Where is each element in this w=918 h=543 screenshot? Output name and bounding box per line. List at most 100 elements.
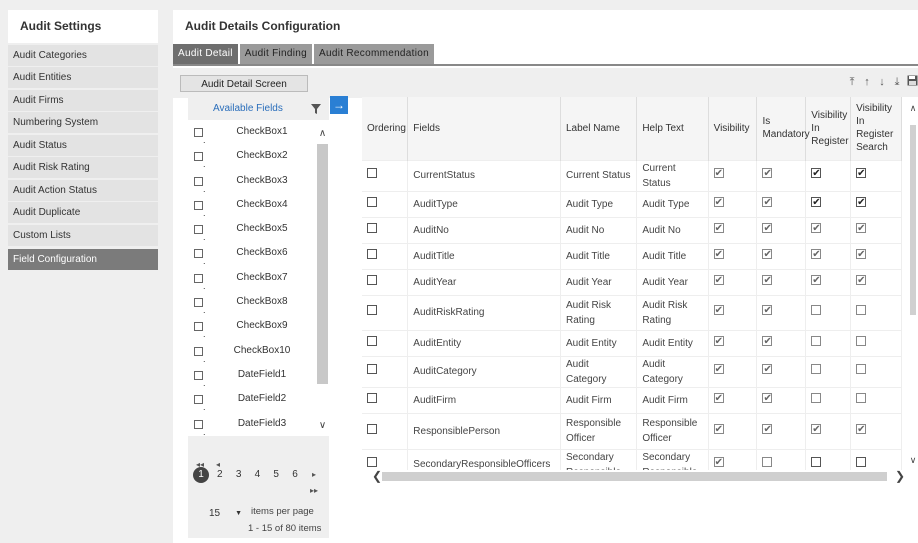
save-icon[interactable] [906, 75, 918, 89]
scroll-thumb[interactable] [382, 472, 887, 481]
add-field-arrow-button[interactable]: → [330, 96, 348, 114]
vis-checkbox[interactable] [713, 422, 724, 437]
reg-checkbox[interactable] [811, 457, 822, 467]
sidebar-item-audit-action-status[interactable]: Audit Action Status [8, 179, 158, 201]
vis-checkbox[interactable] [713, 391, 724, 406]
sidebar-item-audit-risk-rating[interactable]: Audit Risk Rating [8, 157, 158, 178]
column-header[interactable]: Is Mandatory [756, 97, 810, 160]
scroll-thumb[interactable] [910, 125, 916, 315]
vis-checkbox[interactable] [713, 195, 724, 210]
search-checkbox[interactable] [856, 392, 867, 403]
grid-horizontal-scrollbar[interactable]: ❮ ❯ [362, 469, 907, 484]
column-header[interactable]: Label Name [560, 97, 638, 160]
vis-checkbox[interactable] [713, 166, 724, 181]
move-down-icon[interactable]: ↓ [876, 75, 888, 89]
scroll-thumb[interactable] [317, 144, 328, 384]
next-page-icon[interactable]: ▸ [312, 470, 316, 479]
field-checkbox[interactable] [194, 395, 203, 405]
field-checkbox[interactable] [194, 225, 203, 235]
row-select-checkbox[interactable] [367, 392, 377, 403]
reg-checkbox[interactable] [811, 305, 822, 315]
search-checkbox[interactable] [856, 457, 867, 467]
vis-checkbox[interactable] [713, 362, 724, 377]
vis-checkbox[interactable] [713, 334, 724, 349]
mand-checkbox[interactable] [762, 362, 773, 377]
list-item[interactable]: . CheckBox10 [188, 339, 316, 364]
list-item[interactable]: . CheckBox5 [188, 217, 316, 242]
search-checkbox[interactable] [856, 247, 867, 262]
field-checkbox[interactable] [194, 273, 203, 283]
list-item[interactable]: . CheckBox6 [188, 241, 316, 266]
reg-checkbox[interactable] [811, 166, 822, 181]
row-select-checkbox[interactable] [367, 168, 377, 178]
sidebar-item-audit-duplicate[interactable]: Audit Duplicate [8, 202, 158, 223]
field-checkbox[interactable] [194, 298, 203, 308]
scroll-down-icon[interactable]: ∨ [316, 420, 329, 432]
list-item[interactable]: . DateField2 [188, 387, 316, 412]
field-checkbox[interactable] [194, 346, 203, 356]
column-header[interactable]: Visibility In Register [805, 97, 852, 160]
search-checkbox[interactable] [856, 195, 867, 210]
page-number[interactable]: 3 [231, 467, 247, 483]
scroll-left-icon[interactable]: ❮ [372, 469, 382, 483]
page-number[interactable]: 4 [249, 467, 265, 483]
row-select-checkbox[interactable] [367, 248, 377, 259]
row-select-checkbox[interactable] [367, 364, 377, 374]
row-select-checkbox[interactable] [367, 274, 377, 285]
sidebar-item-audit-status[interactable]: Audit Status [8, 134, 158, 156]
scroll-down-icon[interactable]: ∨ [908, 455, 918, 466]
field-checkbox[interactable] [194, 419, 203, 429]
reg-checkbox[interactable] [811, 335, 822, 346]
reg-checkbox[interactable] [811, 273, 822, 288]
list-item[interactable]: . DateField1 [188, 363, 316, 388]
mand-checkbox[interactable] [762, 334, 773, 349]
row-select-checkbox[interactable] [367, 335, 377, 346]
move-bottom-icon[interactable]: ⤓ [891, 75, 903, 89]
vis-checkbox[interactable] [713, 273, 724, 288]
sidebar-item-field-configuration[interactable]: Field Configuration [8, 248, 158, 270]
scroll-up-icon[interactable]: ∧ [316, 128, 329, 140]
audit-detail-screen-button[interactable]: Audit Detail Screen [180, 75, 308, 92]
vis-checkbox[interactable] [713, 303, 724, 318]
search-checkbox[interactable] [856, 422, 867, 437]
reg-checkbox[interactable] [811, 422, 822, 437]
field-checkbox[interactable] [194, 370, 203, 380]
available-fields-scrollbar[interactable]: ∧ ∨ [316, 120, 329, 436]
mand-checkbox[interactable] [762, 273, 773, 288]
grid-vertical-scrollbar[interactable]: ∧ ∨ [908, 97, 918, 470]
reg-checkbox[interactable] [811, 392, 822, 403]
row-select-checkbox[interactable] [367, 196, 377, 207]
reg-checkbox[interactable] [811, 364, 822, 374]
list-item[interactable]: . CheckBox3 [188, 169, 316, 194]
field-checkbox[interactable] [194, 200, 203, 210]
mand-checkbox[interactable] [762, 391, 773, 406]
page-number[interactable]: 1 [193, 467, 209, 483]
sidebar-item-custom-lists[interactable]: Custom Lists [8, 224, 158, 246]
search-checkbox[interactable] [856, 166, 867, 181]
column-header[interactable]: Visibility [708, 97, 758, 160]
vis-checkbox[interactable] [713, 455, 724, 470]
reg-checkbox[interactable] [811, 247, 822, 262]
field-checkbox[interactable] [194, 249, 203, 259]
row-select-checkbox[interactable] [367, 305, 377, 315]
mand-checkbox[interactable] [762, 221, 773, 236]
tab-audit-detail[interactable]: Audit Detail [173, 44, 238, 64]
field-checkbox[interactable] [194, 322, 203, 332]
list-item[interactable]: . CheckBox7 [188, 266, 316, 291]
list-item[interactable]: . DateField3 [188, 412, 316, 436]
mand-checkbox[interactable] [762, 247, 773, 262]
sidebar-item-audit-firms[interactable]: Audit Firms [8, 89, 158, 111]
tab-audit-recommendation[interactable]: Audit Recommendation [314, 44, 434, 64]
field-checkbox[interactable] [194, 176, 203, 186]
reg-checkbox[interactable] [811, 221, 822, 236]
field-checkbox[interactable] [194, 128, 203, 137]
mand-checkbox[interactable] [762, 457, 773, 467]
row-select-checkbox[interactable] [367, 457, 377, 467]
sidebar-item-audit-entities[interactable]: Audit Entities [8, 67, 158, 88]
row-select-checkbox[interactable] [367, 222, 377, 233]
mand-checkbox[interactable] [762, 422, 773, 437]
mand-checkbox[interactable] [762, 166, 773, 181]
field-checkbox[interactable] [194, 152, 203, 162]
page-size-select[interactable]: 15 ▼ [204, 507, 246, 521]
scroll-right-icon[interactable]: ❯ [895, 469, 905, 483]
